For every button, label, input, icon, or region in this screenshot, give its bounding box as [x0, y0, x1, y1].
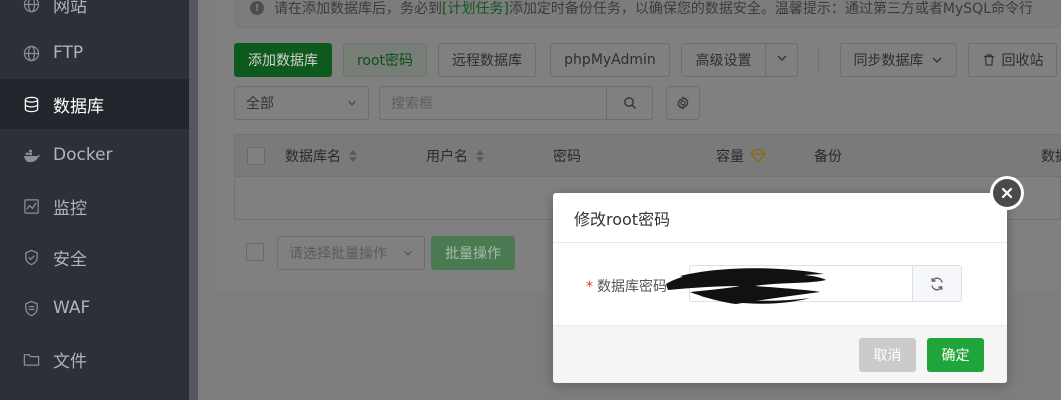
sidebar-item-docker[interactable]: Docker	[0, 130, 189, 180]
search-input[interactable]: 搜索框	[379, 86, 607, 120]
sidebar-item-label: 安全	[53, 249, 87, 270]
folder-icon	[22, 350, 40, 368]
phpmyadmin-button[interactable]: phpMyAdmin	[550, 43, 670, 77]
sort-icon	[475, 149, 485, 163]
modal-footer: 取消 确定	[553, 325, 1007, 383]
sidebar-item-label: 网站	[53, 0, 87, 17]
modal-close-button[interactable]	[990, 176, 1024, 210]
advanced-settings-button[interactable]: 高级设置	[681, 43, 766, 77]
waf-shield-icon	[22, 299, 40, 317]
column-label: 用户名	[426, 149, 468, 165]
sync-database-label: 同步数据库	[853, 53, 924, 69]
column-label: 数据库名	[285, 149, 341, 165]
sidebar-item-label: WAF	[53, 298, 91, 318]
toolbar-divider	[818, 48, 819, 72]
chevron-down-icon	[930, 53, 944, 67]
sidebar-item-label: 监控	[53, 198, 87, 219]
confirm-button[interactable]: 确定	[927, 338, 984, 372]
gear-icon	[676, 96, 690, 110]
shield-icon	[22, 248, 40, 266]
redaction-mark	[666, 268, 826, 304]
recycle-bin-label: 回收站	[1001, 53, 1044, 69]
sidebar-item-label: Docker	[53, 145, 113, 165]
docker-icon	[22, 146, 40, 164]
sidebar-divider	[189, 0, 198, 400]
sync-database-button[interactable]: 同步数据库	[840, 43, 957, 77]
column-header-capacity: 容量	[716, 135, 766, 177]
globe-icon	[22, 0, 40, 13]
root-password-button[interactable]: root密码	[343, 43, 427, 77]
column-header-password: 密码	[553, 149, 581, 165]
column-header-user[interactable]: 用户名	[426, 135, 485, 177]
sidebar-item-security[interactable]: 安全	[0, 232, 189, 282]
bulk-action-button[interactable]: 批量操作	[431, 236, 515, 270]
select-all-checkbox[interactable]	[247, 147, 265, 165]
table-header: 数据库名 用户名 密码 容量 备份 数据	[235, 135, 1061, 177]
sidebar: 网站 FTP 数据库 Docker 监控 安全 WAF 文件	[0, 0, 189, 400]
close-icon	[993, 179, 1021, 207]
bulk-select-checkbox[interactable]	[246, 243, 264, 261]
sidebar-item-website[interactable]: 网站	[0, 0, 189, 29]
sidebar-item-label: 数据库	[53, 96, 104, 117]
vip-diamond-icon	[750, 149, 766, 163]
monitor-icon	[22, 197, 40, 215]
trash-icon	[982, 53, 996, 67]
database-icon	[22, 95, 40, 113]
column-header-backup: 备份	[814, 149, 842, 165]
alert-link-cron[interactable]: [计划任务]	[442, 0, 509, 18]
recycle-bin-button[interactable]: 回收站	[968, 43, 1057, 77]
column-header-name[interactable]: 数据库名	[285, 135, 358, 177]
sidebar-item-ftp[interactable]: FTP	[0, 28, 189, 78]
password-label-text: 数据库密码	[597, 279, 667, 295]
remote-database-button[interactable]: 远程数据库	[438, 43, 536, 77]
password-field-label: * 数据库密码	[586, 276, 667, 296]
sidebar-item-waf[interactable]: WAF	[0, 283, 189, 333]
sidebar-item-monitor[interactable]: 监控	[0, 181, 189, 231]
generate-password-button[interactable]	[912, 265, 962, 302]
sidebar-item-database[interactable]: 数据库	[0, 79, 189, 129]
settings-button[interactable]	[666, 86, 700, 120]
category-select-value: 全部	[246, 96, 274, 112]
modal-title: 修改root密码	[553, 193, 1007, 243]
sort-icon	[348, 149, 358, 163]
sidebar-item-files[interactable]: 文件	[0, 334, 189, 384]
sidebar-item-label: FTP	[53, 43, 84, 63]
alert-text-after: 添加定时备份任务，以确保您的数据安全。温馨提示：通过第三方或者MySQL命令行	[508, 1, 1034, 17]
category-select[interactable]: 全部	[234, 86, 369, 120]
bulk-action-select[interactable]: 请选择批量操作	[277, 236, 425, 270]
cancel-button[interactable]: 取消	[859, 338, 916, 372]
required-mark: *	[586, 279, 593, 295]
search-button[interactable]	[606, 86, 653, 120]
column-label: 容量	[716, 149, 744, 165]
alert-text-before: 请在添加数据库后，务必到	[274, 1, 442, 17]
search-icon	[623, 96, 637, 110]
chevron-down-icon	[775, 51, 789, 69]
chevron-down-icon	[402, 247, 414, 259]
chevron-down-icon	[346, 97, 358, 109]
add-database-button[interactable]: 添加数据库	[234, 43, 332, 77]
column-header-extra: 数据	[1041, 149, 1061, 165]
info-alert: ! 请在添加数据库后，务必到 [计划任务] 添加定时备份任务，以确保您的数据安全…	[235, 0, 1061, 28]
info-icon: !	[250, 1, 264, 15]
refresh-icon	[929, 276, 945, 292]
bulk-action-placeholder: 请选择批量操作	[289, 246, 387, 262]
advanced-dropdown-button[interactable]	[765, 43, 798, 77]
sidebar-item-label: 文件	[53, 351, 87, 372]
globe-icon	[22, 44, 40, 62]
